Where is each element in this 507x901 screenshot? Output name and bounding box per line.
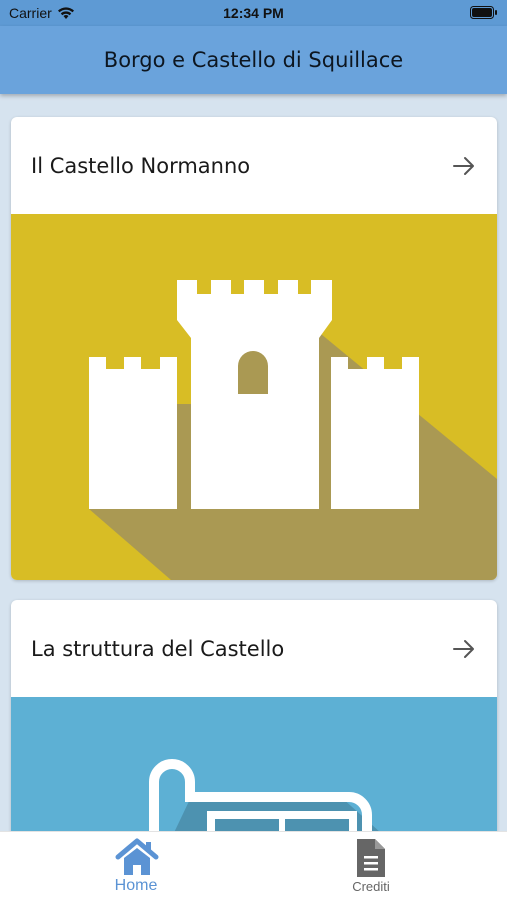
battery-icon [470,6,497,19]
tab-bar: Home Crediti [0,831,507,901]
document-icon [357,839,385,877]
card-title: La struttura del Castello [31,636,285,661]
tab-crediti[interactable]: Crediti [301,832,441,901]
card-castello-normanno[interactable]: Il Castello Normanno [11,117,497,580]
navigation-bar: Borgo e Castello di Squillace [0,26,507,94]
card-header[interactable]: Il Castello Normanno [11,117,497,214]
castle-illustration [11,214,497,580]
tab-home[interactable]: Home [66,832,206,901]
arrow-right-icon[interactable] [451,636,477,662]
home-icon [115,838,159,875]
clock: 12:34 PM [223,5,284,21]
arrow-right-icon[interactable] [451,153,477,179]
card-struttura-castello[interactable]: La struttura del Castello [11,600,497,860]
tab-label: Crediti [352,879,390,894]
status-bar: Carrier 12:34 PM [0,0,507,26]
tab-label: Home [114,877,158,894]
card-title: Il Castello Normanno [31,153,251,178]
page-title: Borgo e Castello di Squillace [103,48,404,72]
card-header[interactable]: La struttura del Castello [11,600,497,697]
